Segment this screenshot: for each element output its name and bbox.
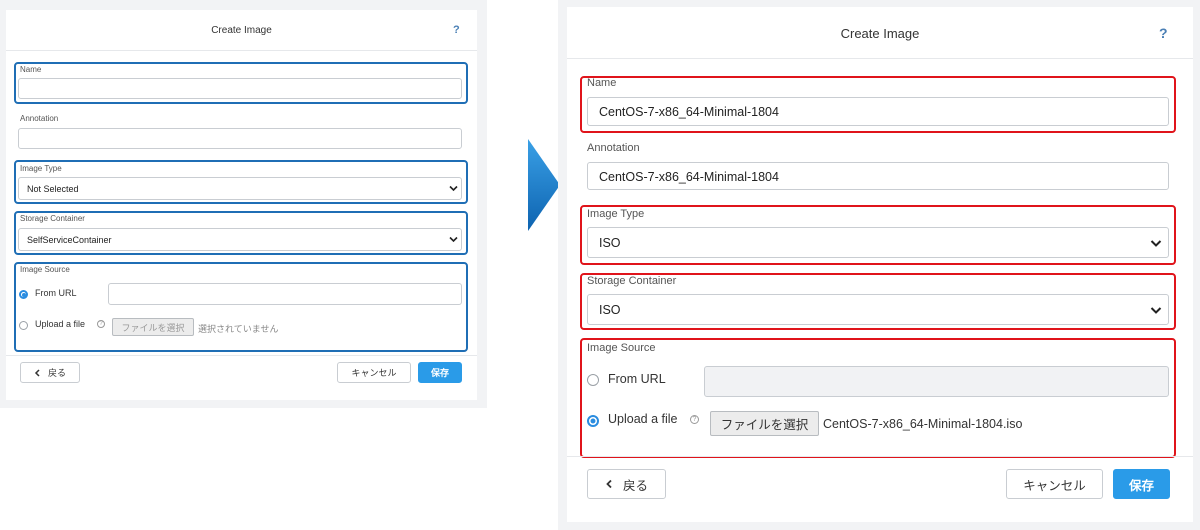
after-dialog: Create Image ? Name CentOS-7-x86_64-Mini… xyxy=(567,7,1193,522)
back-button[interactable]: 戻る xyxy=(587,469,666,499)
image-source-highlight xyxy=(14,262,468,352)
annotation-label: Annotation xyxy=(587,142,640,154)
storage-container-highlight xyxy=(14,211,468,255)
annotation-value: CentOS-7-x86_64-Minimal-1804 xyxy=(599,170,779,184)
storage-container-highlight xyxy=(580,273,1176,330)
image-source-highlight xyxy=(580,338,1176,458)
back-button[interactable]: 戻る xyxy=(20,362,80,383)
annotation-label: Annotation xyxy=(20,114,59,123)
help-icon[interactable]: ? xyxy=(453,24,460,36)
help-icon[interactable]: ? xyxy=(1159,25,1168,41)
right-arrow-icon xyxy=(528,139,560,231)
chevron-left-icon xyxy=(34,368,40,377)
save-button[interactable]: 保存 xyxy=(418,362,462,383)
annotation-input[interactable] xyxy=(18,128,462,149)
name-highlight xyxy=(580,76,1176,133)
header-divider xyxy=(6,50,477,51)
annotation-input[interactable]: CentOS-7-x86_64-Minimal-1804 xyxy=(587,162,1169,190)
cancel-button[interactable]: キャンセル xyxy=(1006,469,1103,499)
dialog-title: Create Image xyxy=(211,25,272,36)
dialog-title: Create Image xyxy=(840,26,920,41)
image-type-highlight xyxy=(580,205,1176,265)
footer-divider xyxy=(6,355,477,356)
before-dialog: Create Image ? Name Annotation Image Typ… xyxy=(6,10,477,400)
header-divider xyxy=(567,58,1193,59)
chevron-left-icon xyxy=(606,479,612,489)
back-button-label: 戻る xyxy=(47,368,66,378)
footer-divider xyxy=(567,456,1193,457)
image-type-highlight xyxy=(14,160,468,204)
name-highlight xyxy=(14,62,468,104)
save-button[interactable]: 保存 xyxy=(1113,469,1170,499)
cancel-button[interactable]: キャンセル xyxy=(337,362,411,383)
back-button-label: 戻る xyxy=(622,478,648,493)
